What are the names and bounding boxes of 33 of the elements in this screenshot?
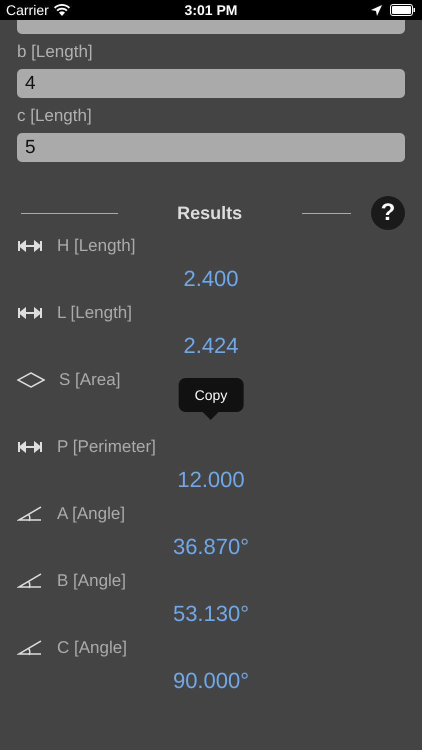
angle-icon (17, 506, 43, 522)
battery-icon (390, 4, 416, 16)
input-field[interactable] (17, 20, 405, 34)
result-label: H [Length] (57, 236, 136, 256)
result-label: A [Angle] (57, 504, 126, 524)
ruler-icon (17, 441, 43, 453)
result-label: B [Angle] (57, 571, 126, 591)
result-label: L [Length] (57, 303, 132, 323)
location-icon (371, 4, 382, 16)
field-label: b [Length] (17, 40, 94, 62)
section-title: Results (176, 202, 244, 224)
input-field[interactable]: 5 (17, 133, 405, 162)
result-value[interactable]: 36.870° (172, 534, 250, 560)
result-value[interactable]: 53.130° (172, 600, 250, 626)
result-label: P [Perimeter] (57, 437, 156, 457)
result-value[interactable]: 12.000 (177, 466, 245, 492)
input-field[interactable]: 4 (17, 69, 405, 98)
clock-time: 3:01 PM (184, 2, 238, 18)
diamond-icon (17, 372, 45, 388)
carrier-label: Carrier (6, 2, 49, 18)
angle-icon (17, 640, 43, 656)
result-label: S [Area] (59, 370, 120, 390)
ruler-icon (17, 307, 43, 319)
ruler-icon (17, 240, 43, 252)
result-label: C [Angle] (57, 638, 127, 658)
tooltip-pointer (203, 412, 219, 420)
help-button[interactable]: ? (371, 196, 405, 230)
field-label: c [Length] (17, 104, 93, 126)
result-value[interactable]: 2.424 (183, 332, 239, 358)
result-value[interactable]: 2.400 (183, 266, 239, 292)
angle-icon (17, 573, 43, 589)
result-value[interactable]: 90.000° (172, 668, 250, 694)
wifi-icon (54, 4, 70, 16)
